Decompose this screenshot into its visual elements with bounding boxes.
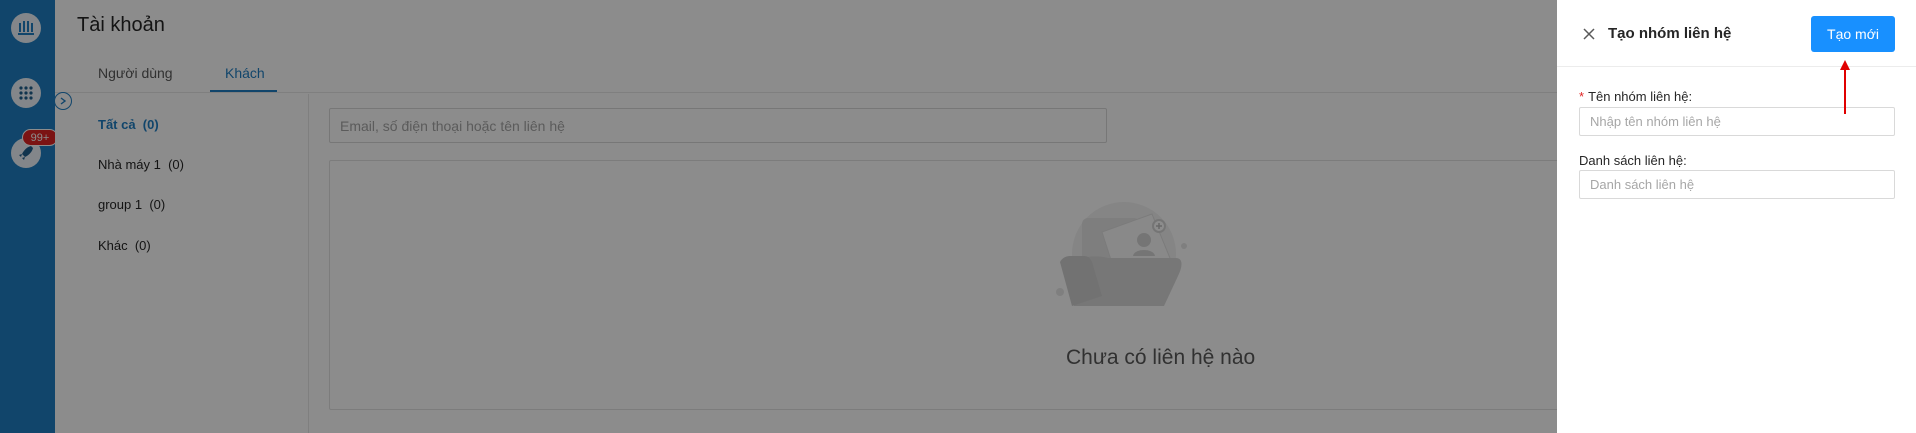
drawer-title: Tạo nhóm liên hệ (1608, 25, 1732, 42)
contact-list-label: Danh sách liên hệ: (1579, 153, 1687, 168)
group-name-label: * Tên nhóm liên hệ: (1579, 89, 1693, 104)
create-group-drawer: Tạo nhóm liên hệ Tạo mới * Tên nhóm liên … (1557, 0, 1916, 433)
close-icon[interactable] (1581, 26, 1597, 42)
annotation-arrow-icon (1840, 60, 1850, 114)
contact-list-input[interactable] (1579, 170, 1895, 199)
drawer-header: Tạo nhóm liên hệ Tạo mới (1557, 0, 1916, 67)
required-marker: * (1579, 89, 1585, 104)
create-button[interactable]: Tạo mới (1811, 16, 1895, 52)
